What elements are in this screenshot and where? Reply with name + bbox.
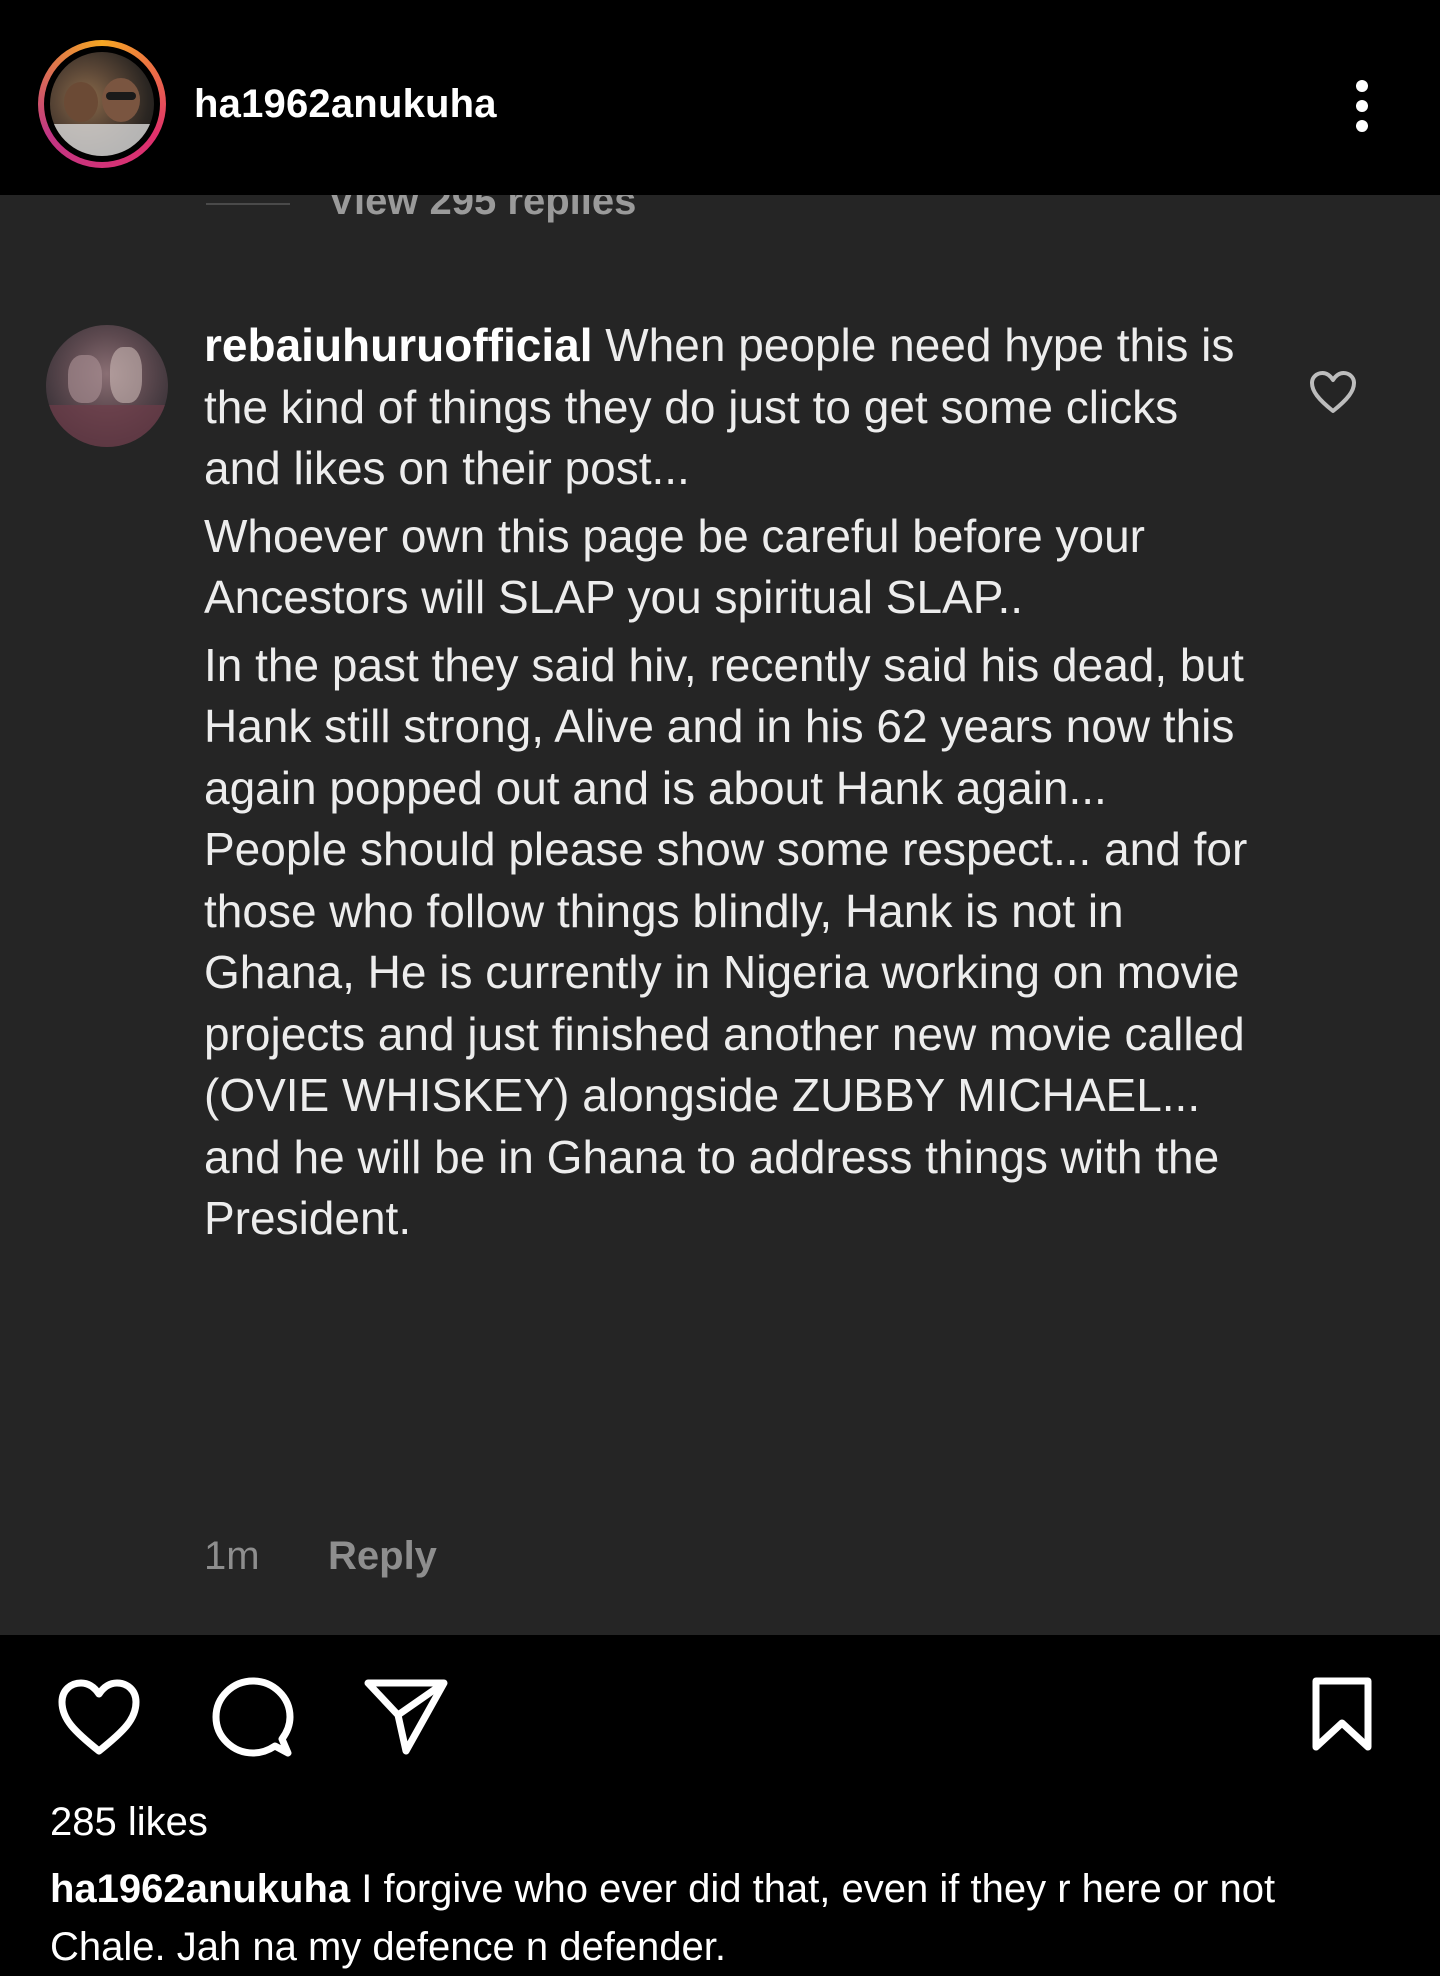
comment-paragraph: Whoever own this page be careful before … <box>204 509 1145 624</box>
post-action-bar <box>0 1635 1440 1785</box>
reply-button[interactable]: Reply <box>328 1531 437 1581</box>
bookmark-icon[interactable] <box>1310 1677 1374 1753</box>
avatar[interactable] <box>38 40 166 168</box>
replies-divider <box>206 203 290 205</box>
caption-username[interactable]: ha1962anukuha <box>50 1867 350 1911</box>
comment-bubble-icon[interactable] <box>212 1677 294 1759</box>
comment-paragraph: rebaiuhuruofficial When people need hype… <box>204 319 1235 494</box>
likes-count[interactable]: 285 likes <box>50 1796 208 1848</box>
comment-paragraph: In the past they said hiv, recently said… <box>204 638 1248 1245</box>
commenter-avatar[interactable] <box>46 325 168 447</box>
comment-timestamp: 1m <box>204 1534 260 1578</box>
share-send-icon[interactable] <box>364 1677 448 1757</box>
comment-screenshot: View 295 replies rebaiuhuruofficial When… <box>0 195 1440 1635</box>
header-username[interactable]: ha1962anukuha <box>194 78 497 130</box>
profile-photo <box>50 52 154 156</box>
comment-like-heart-icon[interactable] <box>1308 369 1358 415</box>
comment-body: rebaiuhuruofficial When people need hype… <box>204 315 1254 1250</box>
post-caption: ha1962anukuha I forgive who ever did tha… <box>50 1860 1390 1976</box>
comment-username[interactable]: rebaiuhuruofficial <box>204 319 592 371</box>
view-replies-link[interactable]: View 295 replies <box>328 195 636 229</box>
like-heart-icon[interactable] <box>56 1677 142 1757</box>
more-vertical-icon[interactable] <box>1342 74 1382 138</box>
post-header: ha1962anukuha <box>0 0 1440 195</box>
